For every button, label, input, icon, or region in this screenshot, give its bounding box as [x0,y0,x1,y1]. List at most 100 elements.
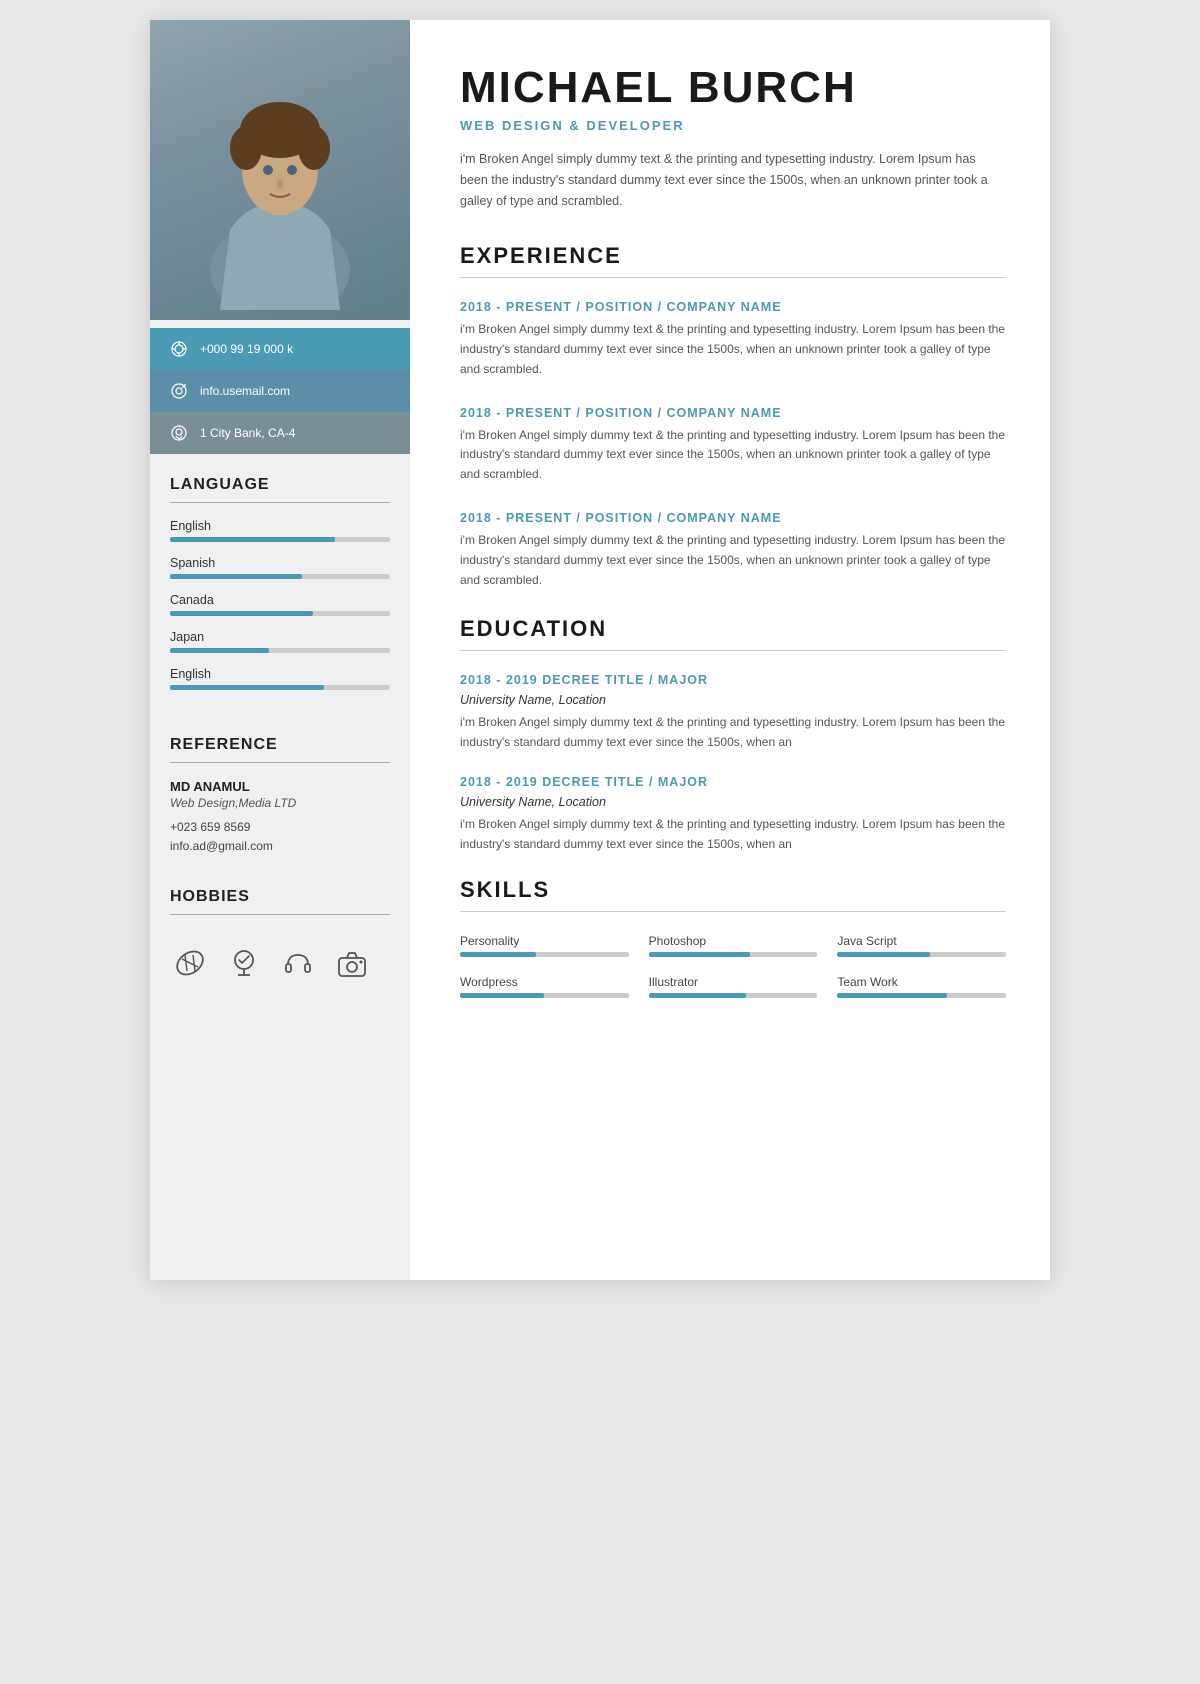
education-entry: 2018 - 2019 DECREE TITLE / MAJOR Univers… [460,775,1006,855]
education-entry-title: 2018 - 2019 DECREE TITLE / MAJOR [460,775,1006,789]
education-entry: 2018 - 2019 DECREE TITLE / MAJOR Univers… [460,673,1006,753]
skill-bar-container [460,993,629,998]
phone-icon [168,338,190,360]
language-divider [170,502,390,503]
skill-item: Wordpress [460,975,629,998]
language-bar-fill [170,685,324,690]
main-content: MICHAEL BURCH WEB DESIGN & DEVELOPER i'm… [410,20,1050,1280]
hobbies-section: HOBBIES [150,866,410,931]
language-bar-fill [170,611,313,616]
language-item: Spanish [170,556,390,579]
reference-email: info.ad@gmail.com [170,837,390,856]
language-bar-container [170,611,390,616]
skills-grid: Personality Photoshop Java Script Wordpr… [460,934,1006,998]
experience-entry: 2018 - PRESENT / POSITION / COMPANY NAME… [460,406,1006,485]
education-section: EDUCATION 2018 - 2019 DECREE TITLE / MAJ… [460,616,1006,854]
language-bar-fill [170,537,335,542]
language-bar-fill [170,574,302,579]
skill-label: Personality [460,934,629,948]
experience-divider [460,277,1006,278]
person-title: WEB DESIGN & DEVELOPER [460,118,1006,133]
education-divider [460,650,1006,651]
language-item: English [170,667,390,690]
hobbies-title: HOBBIES [170,888,390,906]
skill-bar-fill [460,952,536,957]
skill-label: Photoshop [649,934,818,948]
skill-bar-container [649,993,818,998]
photo-placeholder [150,20,410,320]
experience-section: EXPERIENCE 2018 - PRESENT / POSITION / C… [460,243,1006,590]
experience-entry-body: i'm Broken Angel simply dummy text & the… [460,531,1006,590]
skill-bar-fill [649,993,747,998]
header: MICHAEL BURCH WEB DESIGN & DEVELOPER i'm… [460,64,1006,211]
reference-name: MD ANAMUL [170,779,390,794]
education-entry-body: i'm Broken Angel simply dummy text & the… [460,815,1006,855]
skills-divider [460,911,1006,912]
experience-entry-title: 2018 - PRESENT / POSITION / COMPANY NAME [460,300,1006,314]
skill-bar-fill [837,993,947,998]
phone-item: +000 99 19 000 k [150,328,410,370]
experience-entry-title: 2018 - PRESENT / POSITION / COMPANY NAME [460,406,1006,420]
email-icon [168,380,190,402]
skill-label: Wordpress [460,975,629,989]
skills-heading: SKILLS [460,877,1006,903]
skill-label: Java Script [837,934,1006,948]
language-item: Japan [170,630,390,653]
language-bar-container [170,648,390,653]
language-bar-container [170,537,390,542]
language-section: LANGUAGE English Spanish Canada Japan En… [150,454,410,714]
experience-entry-body: i'm Broken Angel simply dummy text & the… [460,320,1006,379]
address-icon [168,422,190,444]
language-label: Spanish [170,556,390,570]
experience-entry: 2018 - PRESENT / POSITION / COMPANY NAME… [460,511,1006,590]
experience-entry-body: i'm Broken Angel simply dummy text & the… [460,426,1006,485]
language-list: English Spanish Canada Japan English [170,519,390,690]
skill-bar-fill [837,952,930,957]
language-title: LANGUAGE [170,476,390,494]
language-label: English [170,667,390,681]
resume-container: +000 99 19 000 k info.usemail.com [150,20,1050,1280]
hobbies-divider [170,914,390,915]
education-heading: EDUCATION [460,616,1006,642]
reference-title: REFERENCE [170,736,390,754]
email-item: info.usemail.com [150,370,410,412]
reference-divider [170,762,390,763]
language-label: English [170,519,390,533]
education-list: 2018 - 2019 DECREE TITLE / MAJOR Univers… [460,673,1006,854]
address-item: 1 City Bank, CA-4 [150,412,410,454]
profile-photo [150,20,410,320]
person-intro: i'm Broken Angel simply dummy text & the… [460,149,1006,211]
hobbies-icons [150,931,410,1003]
reference-phone: +023 659 8569 [170,818,390,837]
reference-company: Web Design,Media LTD [170,796,390,810]
sidebar: +000 99 19 000 k info.usemail.com [150,20,410,1280]
skill-label: Team Work [837,975,1006,989]
skill-item: Java Script [837,934,1006,957]
experience-entry: 2018 - PRESENT / POSITION / COMPANY NAME… [460,300,1006,379]
language-label: Canada [170,593,390,607]
skill-item: Photoshop [649,934,818,957]
skill-bar-container [837,993,1006,998]
skill-bar-fill [460,993,544,998]
award-icon [224,943,264,983]
education-entry-subtitle: University Name, Location [460,795,1006,809]
experience-entry-title: 2018 - PRESENT / POSITION / COMPANY NAME [460,511,1006,525]
language-label: Japan [170,630,390,644]
contact-section: +000 99 19 000 k info.usemail.com [150,328,410,454]
language-bar-fill [170,648,269,653]
skill-bar-fill [649,952,750,957]
headphone-icon [278,943,318,983]
skills-section: SKILLS Personality Photoshop Java Script… [460,877,1006,998]
experience-list: 2018 - PRESENT / POSITION / COMPANY NAME… [460,300,1006,590]
football-icon [170,943,210,983]
language-bar-container [170,685,390,690]
reference-section: REFERENCE MD ANAMUL Web Design,Media LTD… [150,714,410,866]
language-bar-container [170,574,390,579]
skill-item: Personality [460,934,629,957]
phone-value: +000 99 19 000 k [200,342,293,356]
language-item: English [170,519,390,542]
education-entry-body: i'm Broken Angel simply dummy text & the… [460,713,1006,753]
person-name: MICHAEL BURCH [460,64,1006,112]
camera-icon [332,943,372,983]
skill-bar-container [649,952,818,957]
